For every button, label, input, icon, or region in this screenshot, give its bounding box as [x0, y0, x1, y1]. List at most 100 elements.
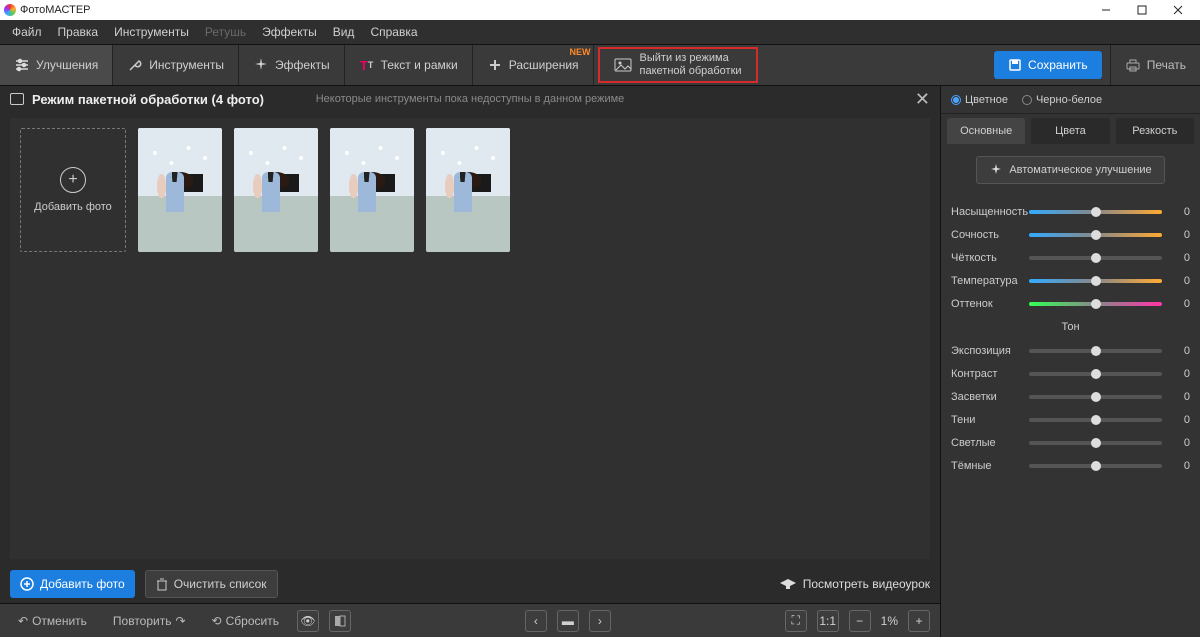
thumbnail-1[interactable] [138, 128, 222, 252]
auto-enhance-button[interactable]: Автоматическое улучшение [976, 156, 1164, 184]
slider-thumb-icon[interactable] [1091, 299, 1101, 309]
thumbnail-4[interactable] [426, 128, 510, 252]
tab-sharp[interactable]: Резкость [1116, 118, 1194, 144]
undo-label: Отменить [32, 614, 87, 628]
zoom-in-button[interactable]: + [908, 610, 930, 632]
plus-circle-icon: + [60, 167, 86, 193]
slider-track[interactable] [1029, 441, 1162, 445]
eye-button[interactable]: 👁 [297, 610, 319, 632]
redo-button[interactable]: Повторить↷ [105, 609, 194, 633]
tab-tools[interactable]: Инструменты [113, 45, 239, 85]
radio-on-icon [951, 95, 961, 105]
slider-row: Сочность 0 [951, 223, 1190, 246]
tab-improve-label: Улучшения [36, 58, 98, 72]
nav-prev-button[interactable]: ‹ [525, 610, 547, 632]
exit-batch-button[interactable]: Выйти из режима пакетной обработки [598, 47, 758, 83]
maximize-button[interactable] [1124, 0, 1160, 20]
tab-text[interactable]: TT Текст и рамки [345, 45, 473, 85]
minimize-button[interactable] [1088, 0, 1124, 20]
slider-track[interactable] [1029, 279, 1162, 283]
fit-button[interactable]: ⛶ [785, 610, 807, 632]
gallery-footer: Добавить фото Очистить список Посмотреть… [0, 565, 940, 603]
radio-off-icon [1022, 95, 1032, 105]
slider-track[interactable] [1029, 233, 1162, 237]
slider-row: Экспозиция0 [951, 339, 1190, 362]
thumbnail-2[interactable] [234, 128, 318, 252]
undo-button[interactable]: ↶Отменить [10, 609, 95, 633]
compare-button[interactable] [329, 610, 351, 632]
zoom-value: 1% [881, 614, 898, 628]
slider-thumb-icon[interactable] [1091, 392, 1101, 402]
menu-edit[interactable]: Правка [52, 23, 105, 41]
slider-thumb-icon[interactable] [1091, 207, 1101, 217]
tab-effects[interactable]: Эффекты [239, 45, 345, 85]
slider-value: 0 [1168, 252, 1190, 264]
radio-bw[interactable]: Черно-белое [1022, 94, 1102, 106]
slider-thumb-icon[interactable] [1091, 253, 1101, 263]
slider-thumb-icon[interactable] [1091, 461, 1101, 471]
menu-help[interactable]: Справка [364, 23, 423, 41]
close-batch-button[interactable]: ✕ [915, 89, 930, 110]
graduation-icon [779, 578, 797, 590]
menu-view[interactable]: Вид [327, 23, 361, 41]
slider-thumb-icon[interactable] [1091, 369, 1101, 379]
main-toolbar: Улучшения Инструменты Эффекты TT Текст и… [0, 44, 1200, 86]
app-window: ФотоМАСТЕР Файл Правка Инструменты Ретуш… [0, 0, 1200, 637]
compare-icon [334, 615, 346, 627]
color-mode-row: Цветное Черно-белое [941, 86, 1200, 114]
radio-color[interactable]: Цветное [951, 94, 1008, 106]
slider-value: 0 [1168, 229, 1190, 241]
clear-list-button[interactable]: Очистить список [145, 570, 278, 598]
tab-colors-label: Цвета [1055, 125, 1086, 137]
tab-extensions[interactable]: NEW Расширения [473, 45, 594, 85]
menu-retouch: Ретушь [199, 23, 252, 41]
reset-button[interactable]: ⟲Сбросить [204, 609, 287, 633]
exit-batch-line2: пакетной обработки [640, 65, 742, 78]
plus-icon [487, 57, 503, 73]
slider-thumb-icon[interactable] [1091, 230, 1101, 240]
slider-row: Насыщенность0 [951, 200, 1190, 223]
slider-row: Тени0 [951, 408, 1190, 431]
tab-improve[interactable]: Улучшения [0, 45, 113, 85]
slider-track[interactable] [1029, 210, 1162, 214]
zoom-out-button[interactable]: − [849, 610, 871, 632]
watch-video-link[interactable]: Посмотреть видеоурок [779, 577, 930, 591]
wrench-icon [127, 57, 143, 73]
slider-thumb-icon[interactable] [1091, 438, 1101, 448]
tab-colors[interactable]: Цвета [1031, 118, 1109, 144]
nav-folder-button[interactable]: ▬ [557, 610, 579, 632]
print-button[interactable]: Печать [1110, 45, 1200, 85]
slider-track[interactable] [1029, 418, 1162, 422]
ratio-label: 1:1 [819, 614, 836, 628]
ratio-button[interactable]: 1:1 [817, 610, 839, 632]
text-icon: TT [359, 57, 375, 73]
save-button[interactable]: Сохранить [994, 51, 1102, 79]
slider-thumb-icon[interactable] [1091, 346, 1101, 356]
slider-track[interactable] [1029, 256, 1162, 260]
slider-track[interactable] [1029, 395, 1162, 399]
slider-thumb-icon[interactable] [1091, 415, 1101, 425]
slider-track[interactable] [1029, 302, 1162, 306]
menu-effects[interactable]: Эффекты [256, 23, 323, 41]
thumbnail-3[interactable] [330, 128, 414, 252]
slider-label: Тёмные [951, 460, 1023, 472]
close-window-button[interactable] [1160, 0, 1196, 20]
slider-track[interactable] [1029, 464, 1162, 468]
plus-circle-icon [20, 577, 34, 591]
slider-thumb-icon[interactable] [1091, 276, 1101, 286]
add-photo-button[interactable]: Добавить фото [10, 570, 135, 598]
slider-value: 0 [1168, 206, 1190, 218]
menu-tools[interactable]: Инструменты [108, 23, 195, 41]
slider-track[interactable] [1029, 372, 1162, 376]
wand-icon [989, 163, 1003, 177]
save-icon [1008, 58, 1022, 72]
nav-next-button[interactable]: › [589, 610, 611, 632]
slider-label: Сочность [951, 229, 1023, 241]
slider-row: Оттенок0 [951, 292, 1190, 315]
tab-basic[interactable]: Основные [947, 118, 1025, 144]
titlebar: ФотоМАСТЕР [0, 0, 1200, 20]
menu-file[interactable]: Файл [6, 23, 48, 41]
add-photo-card[interactable]: + Добавить фото [20, 128, 126, 252]
slider-label: Чёткость [951, 252, 1023, 264]
slider-track[interactable] [1029, 349, 1162, 353]
